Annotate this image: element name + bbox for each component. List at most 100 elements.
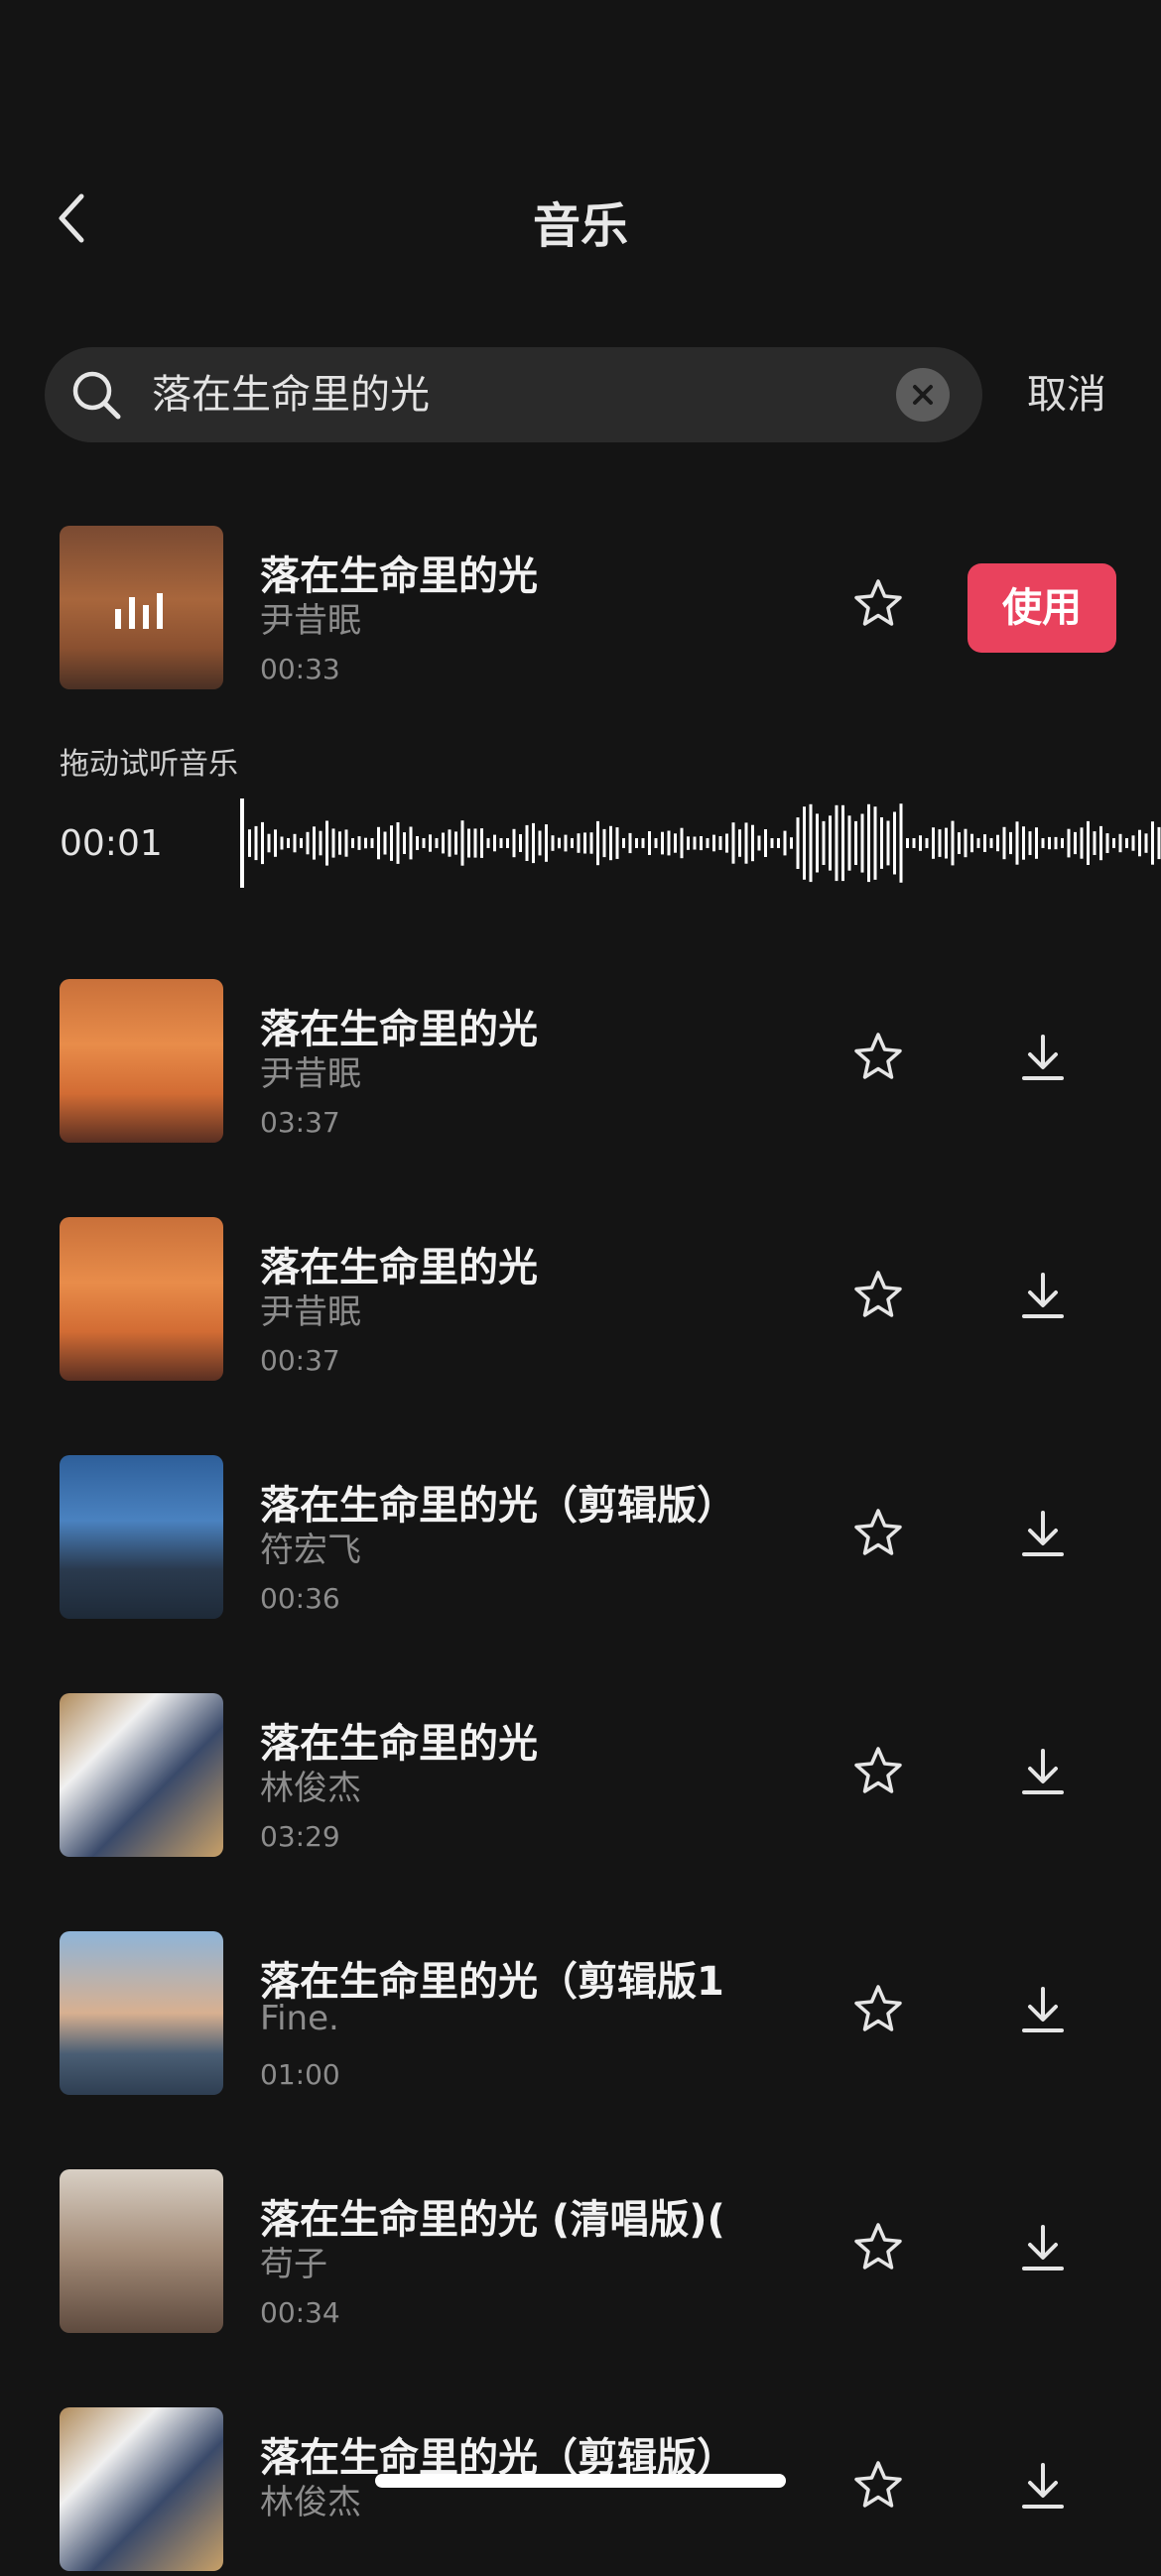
waveform-bar	[1067, 828, 1071, 858]
favorite-button[interactable]	[851, 2459, 905, 2513]
waveform-bar	[1112, 838, 1115, 848]
waveform-bar	[641, 838, 645, 848]
download-icon	[1022, 1273, 1064, 1318]
waveform-bar	[1093, 831, 1096, 855]
album-cover	[60, 1217, 223, 1381]
search-input[interactable]: 落在生命里的光	[45, 347, 982, 442]
song-row[interactable]: 落在生命里的光 (清唱版)( 苟子 00:34	[0, 2169, 1161, 2338]
waveform-bar	[435, 838, 439, 848]
download-button[interactable]	[1016, 1983, 1070, 2036]
download-button[interactable]	[1016, 1507, 1070, 1560]
use-button[interactable]: 使用	[968, 563, 1116, 653]
favorite-button[interactable]	[851, 1031, 905, 1084]
favorite-button[interactable]	[851, 1983, 905, 2036]
waveform-bar	[867, 803, 870, 883]
waveform-bar	[951, 820, 955, 866]
waveform-bar	[1105, 833, 1109, 853]
waveform-bar	[700, 836, 703, 851]
waveform-bar	[267, 833, 271, 853]
waveform-bar	[442, 832, 445, 854]
favorite-button[interactable]	[851, 1269, 905, 1322]
song-row[interactable]: 落在生命里的光 尹昔眠 00:37	[0, 1217, 1161, 1386]
download-button[interactable]	[1016, 1269, 1070, 1322]
song-row[interactable]: 落在生命里的光（剪辑版） 符宏飞 00:36	[0, 1455, 1161, 1624]
waveform-bar	[545, 824, 548, 862]
waveform-bar	[744, 822, 748, 864]
song-duration: 03:29	[260, 1820, 340, 1853]
waveform-bar	[589, 832, 593, 854]
waveform-bar	[1061, 838, 1064, 848]
waveform-bar	[964, 828, 968, 858]
waveform-bar	[519, 834, 522, 852]
star-icon	[854, 579, 902, 626]
waveform-bar	[499, 838, 503, 848]
song-row[interactable]: 落在生命里的光 尹昔眠 03:37	[0, 979, 1161, 1148]
waveform-bar	[1054, 836, 1058, 850]
waveform-bar	[422, 838, 426, 848]
download-button[interactable]	[1016, 1745, 1070, 1798]
star-icon	[854, 2461, 902, 2508]
waveform-bar	[693, 836, 697, 850]
waveform-bar	[932, 827, 935, 859]
waveform-scrubber[interactable]	[238, 794, 1161, 893]
waveform-bar	[687, 836, 690, 850]
waveform-bar	[596, 820, 599, 866]
waveform-bar	[480, 828, 483, 858]
waveform-bar	[615, 827, 619, 859]
waveform-bar	[1041, 838, 1045, 848]
waveform-bar	[1009, 831, 1012, 855]
album-cover	[60, 2407, 223, 2571]
song-artist: Fine.	[260, 1999, 339, 2038]
download-button[interactable]	[1016, 2459, 1070, 2513]
active-song-row[interactable]: 落在生命里的光 尹昔眠 00:33 使用	[0, 526, 1161, 694]
download-button[interactable]	[1016, 2221, 1070, 2274]
waveform-bar	[1157, 826, 1161, 860]
waveform-bar	[847, 815, 851, 871]
waveform-bar	[577, 833, 580, 853]
clear-search-button[interactable]	[896, 368, 950, 422]
waveform-bar	[460, 820, 464, 866]
favorite-button[interactable]	[851, 2221, 905, 2274]
waveform-bar	[248, 829, 251, 857]
favorite-button[interactable]	[851, 577, 905, 631]
star-icon	[854, 1747, 902, 1793]
waveform-bar	[970, 833, 973, 853]
song-artist: 林俊杰	[260, 1769, 361, 1808]
waveform-bar	[764, 829, 767, 857]
waveform-bar	[1022, 826, 1025, 860]
cancel-button[interactable]: 取消	[1027, 347, 1106, 442]
favorite-button[interactable]	[851, 1745, 905, 1798]
waveform-bar	[551, 835, 555, 851]
song-row[interactable]: 落在生命里的光（剪辑版） 林俊杰	[0, 2407, 1161, 2576]
waveform-bar	[377, 826, 380, 860]
waveform-bar	[1131, 835, 1135, 851]
waveform-bar	[738, 829, 741, 857]
download-button[interactable]	[1016, 1031, 1070, 1084]
waveform-bar	[293, 833, 297, 853]
waveform-bar	[712, 834, 715, 852]
waveform-bar	[331, 828, 335, 858]
song-row[interactable]: 落在生命里的光 林俊杰 03:29	[0, 1693, 1161, 1862]
favorite-button[interactable]	[851, 1507, 905, 1560]
search-query: 落在生命里的光	[152, 372, 430, 418]
song-title: 落在生命里的光 (清唱版)(	[260, 2197, 725, 2243]
waveform-bar	[602, 828, 606, 858]
waveform-bar	[571, 838, 574, 848]
waveform-bar	[306, 831, 310, 855]
song-duration: 03:37	[260, 1106, 340, 1139]
waveform-bar	[899, 803, 903, 883]
close-icon	[913, 385, 933, 405]
header: 音乐	[0, 169, 1161, 268]
preview-hint: 拖动试听音乐	[60, 747, 238, 782]
song-row[interactable]: 落在生命里的光（剪辑版1 Fine. 01:00	[0, 1931, 1161, 2100]
star-icon	[854, 1033, 902, 1079]
waveform-bar	[822, 820, 826, 865]
search-bar: 落在生命里的光 取消	[45, 347, 1136, 442]
waveform-bar	[467, 828, 470, 858]
waveform-bar	[1015, 821, 1019, 865]
waveform-bar	[1125, 838, 1128, 848]
album-cover	[60, 1693, 223, 1857]
waveform-bar	[383, 831, 387, 855]
waveform-bar	[1048, 836, 1051, 850]
waveform-bar	[429, 834, 432, 852]
